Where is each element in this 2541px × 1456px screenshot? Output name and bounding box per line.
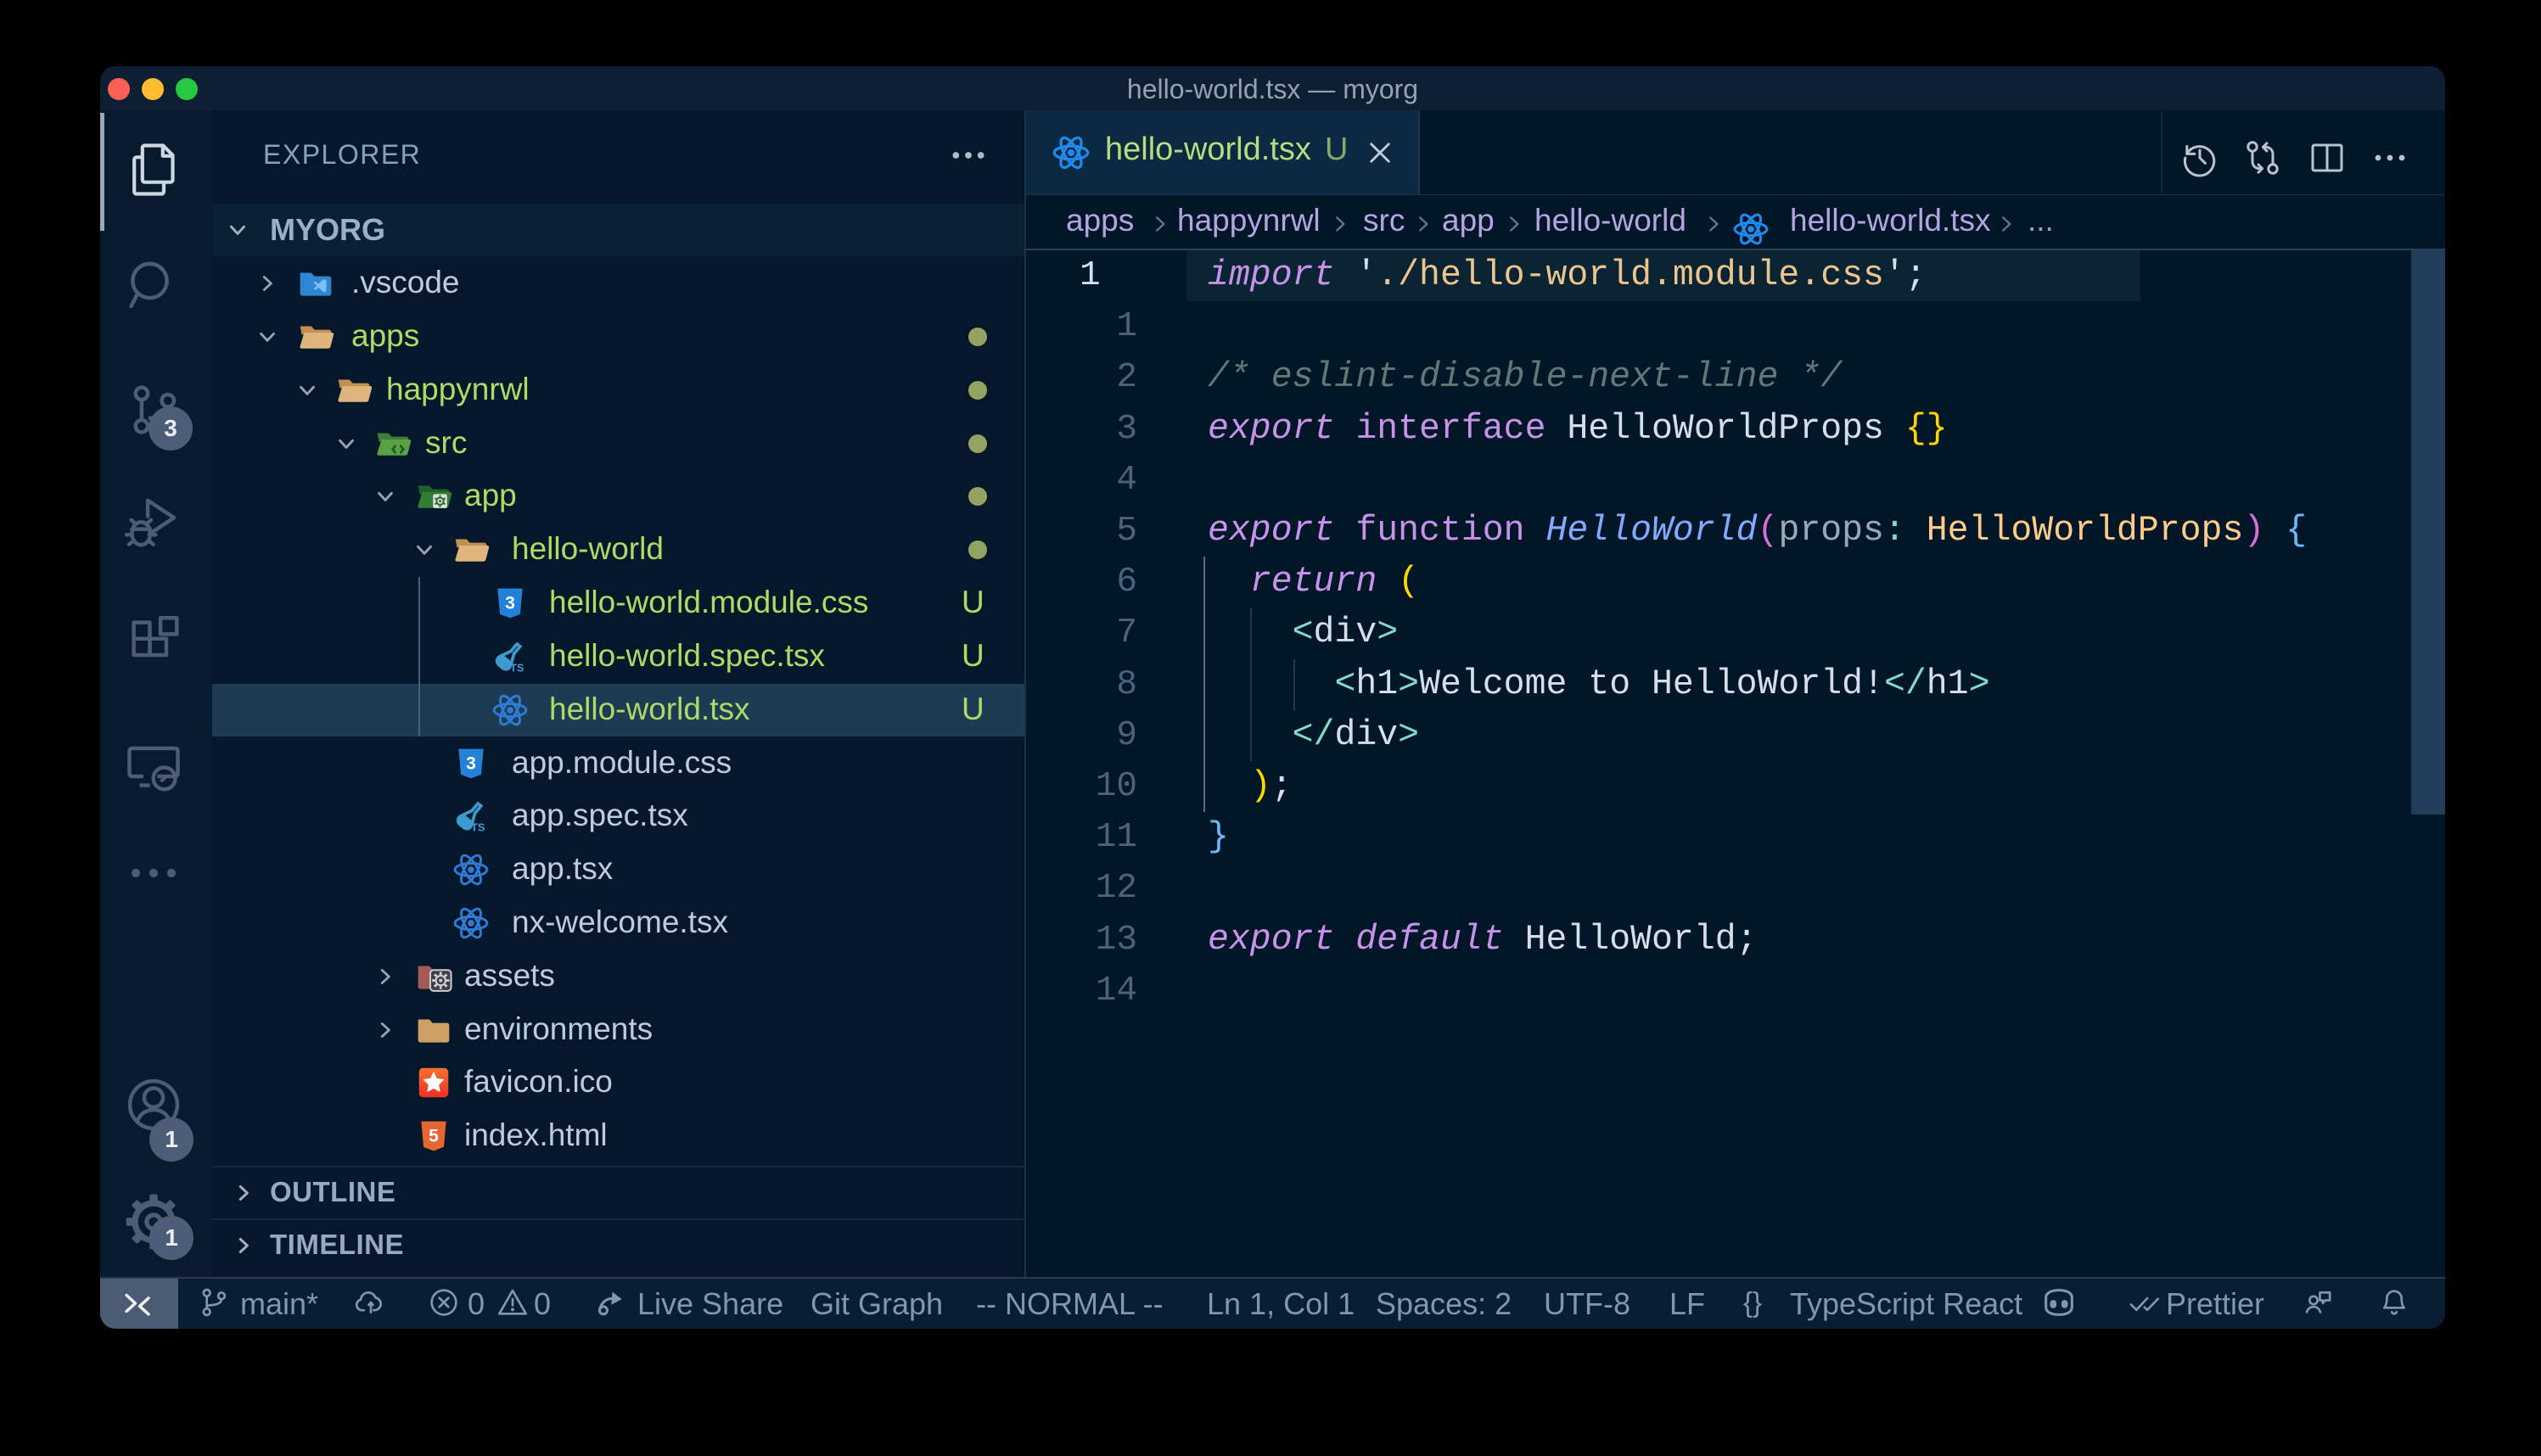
- svg-text:3: 3: [466, 754, 476, 774]
- svg-text:TS: TS: [510, 661, 524, 674]
- svg-text:3: 3: [505, 594, 515, 613]
- svg-text:5: 5: [429, 1127, 439, 1146]
- svg-text:TS: TS: [471, 820, 485, 833]
